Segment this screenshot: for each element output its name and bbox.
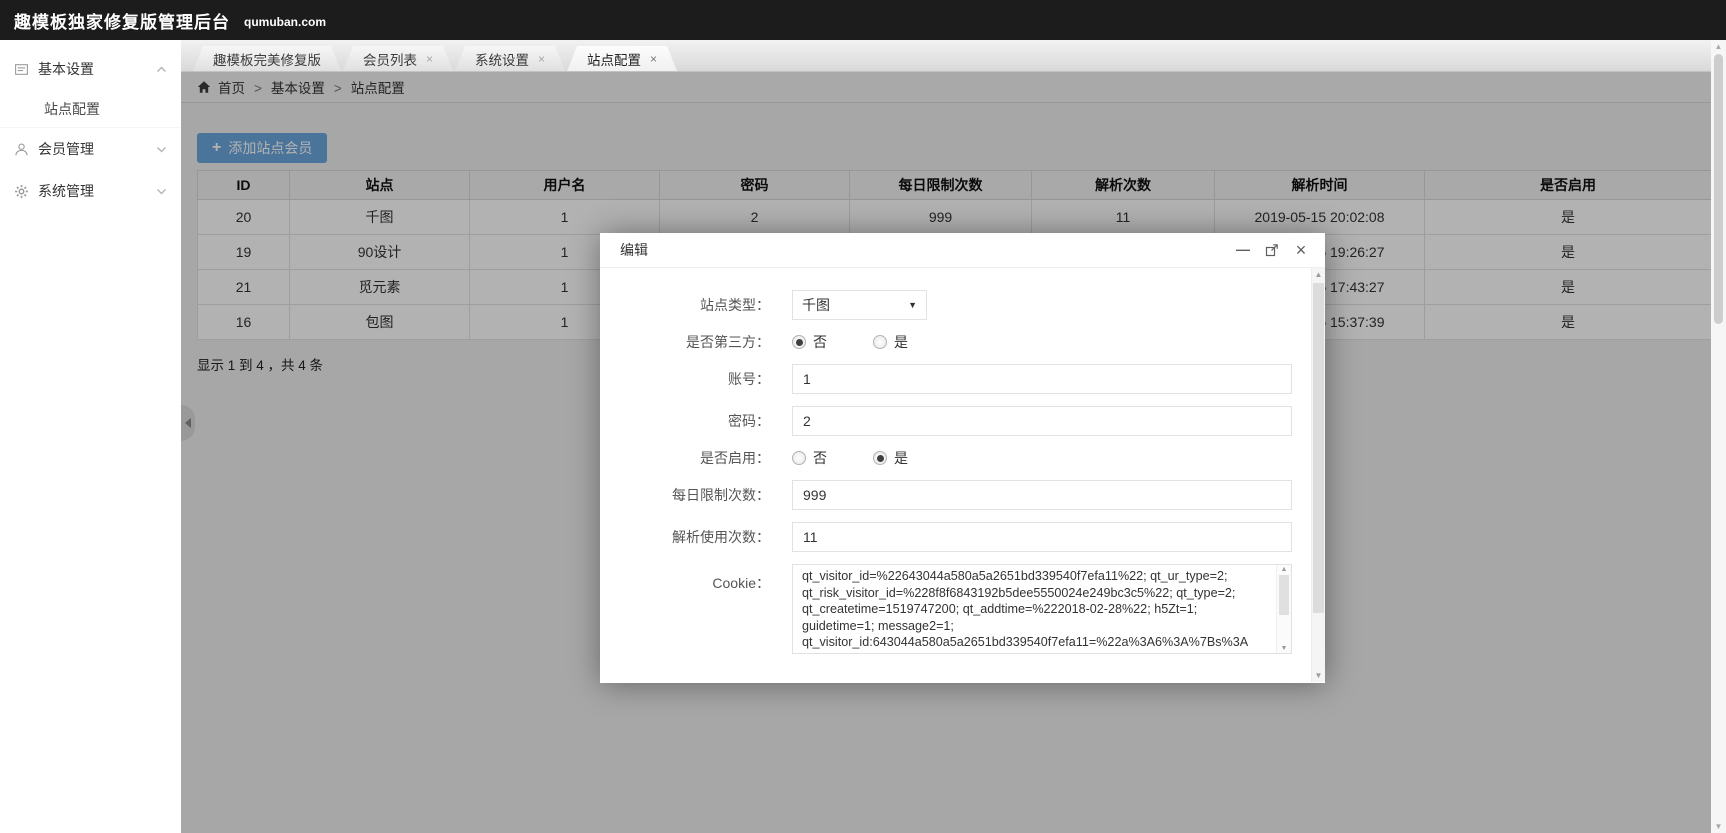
edit-dialog-header: 编辑 — ×	[600, 233, 1325, 268]
edit-dialog: 编辑 — × 站点类型： 千图 ▼	[600, 233, 1325, 683]
tab-label: 会员列表	[363, 49, 417, 69]
daily-limit-input[interactable]	[792, 480, 1292, 510]
sidebar-subitem[interactable]: 站点配置	[0, 90, 181, 128]
tab-0[interactable]: 趣模板完美修复版	[193, 46, 341, 71]
cookie-textarea[interactable]: qt_visitor_id=%22643044a580a5a2651bd3395…	[792, 564, 1292, 654]
gear-icon	[14, 184, 29, 199]
enabled-radio-否[interactable]: 否	[792, 448, 827, 468]
page-scrollbar-thumb[interactable]	[1714, 54, 1723, 324]
minimize-button[interactable]: —	[1235, 241, 1251, 257]
cookie-scrollbar-thumb[interactable]	[1279, 575, 1289, 615]
sidebar-item-label: 基本设置	[38, 59, 94, 79]
password-label: 密码：	[600, 411, 770, 431]
sidebar: 基本设置站点配置会员管理系统管理	[0, 40, 181, 833]
sidebar-item-0[interactable]: 基本设置	[0, 48, 181, 90]
radio-icon[interactable]	[792, 451, 806, 465]
page-scrollbar[interactable]: ▲ ▼	[1711, 40, 1726, 833]
close-icon: ×	[1296, 241, 1307, 259]
dialog-scrollbar[interactable]: ▲ ▼	[1311, 268, 1325, 682]
sidebar-item-2[interactable]: 系统管理	[0, 170, 181, 212]
cookie-scrollbar[interactable]: ▲ ▼	[1276, 565, 1291, 653]
maximize-button[interactable]	[1264, 242, 1280, 258]
radio-label: 是	[894, 332, 908, 352]
enabled-label: 是否启用：	[600, 448, 770, 468]
used-count-label: 解析使用次数：	[600, 527, 770, 547]
tab-2[interactable]: 系统设置 ×	[455, 46, 565, 71]
edit-dialog-title: 编辑	[620, 240, 648, 260]
site-type-select[interactable]: 千图 ▼	[792, 290, 927, 320]
tab-label: 趣模板完美修复版	[213, 49, 321, 69]
tab-label: 站点配置	[587, 49, 641, 69]
radio-label: 否	[813, 448, 827, 468]
radio-label: 是	[894, 448, 908, 468]
scroll-up-icon[interactable]: ▲	[1281, 566, 1288, 573]
dialog-scrollbar-thumb[interactable]	[1313, 283, 1324, 613]
user-icon	[14, 142, 29, 157]
tab-3[interactable]: 站点配置 ×	[567, 46, 677, 71]
tab-close-icon[interactable]: ×	[426, 53, 433, 65]
third-party-radio-group: 否是	[792, 332, 954, 352]
sidebar-item-1[interactable]: 会员管理	[0, 128, 181, 170]
third-party-radio-否[interactable]: 否	[792, 332, 827, 352]
radio-icon[interactable]	[873, 451, 887, 465]
caret-down-icon: ▼	[908, 300, 917, 310]
app-title: 趣模板独家修复版管理后台	[14, 8, 230, 33]
third-party-radio-是[interactable]: 是	[873, 332, 908, 352]
tabstrip: 趣模板完美修复版 会员列表 × 系统设置 × 站点配置 ×	[181, 40, 1726, 72]
tab-close-icon[interactable]: ×	[650, 53, 657, 65]
password-input[interactable]	[792, 406, 1292, 436]
scroll-down-icon[interactable]: ▼	[1315, 671, 1323, 680]
tab-close-icon[interactable]: ×	[538, 53, 545, 65]
site-type-label: 站点类型：	[600, 295, 770, 315]
sidebar-item-label: 系统管理	[38, 181, 94, 201]
close-button[interactable]: ×	[1293, 242, 1309, 258]
edit-dialog-body: 站点类型： 千图 ▼ 是否第三方： 否是 账号： 密码：	[600, 268, 1325, 682]
used-count-input[interactable]	[792, 522, 1292, 552]
sidebar-item-label: 会员管理	[38, 139, 94, 159]
scroll-down-icon[interactable]: ▼	[1715, 822, 1723, 831]
site-type-value: 千图	[802, 295, 830, 315]
maximize-icon	[1265, 243, 1279, 257]
enabled-radio-是[interactable]: 是	[873, 448, 908, 468]
enabled-radio-group: 否是	[792, 448, 954, 468]
chevron-up-icon	[156, 66, 167, 73]
cookie-label: Cookie：	[600, 573, 770, 593]
chevron-down-icon	[156, 188, 167, 195]
form-icon	[14, 62, 29, 77]
topbar: 趣模板独家修复版管理后台 qumuban.com	[0, 0, 1726, 40]
tab-label: 系统设置	[475, 49, 529, 69]
daily-limit-label: 每日限制次数：	[600, 485, 770, 505]
scroll-up-icon[interactable]: ▲	[1715, 42, 1723, 51]
radio-icon[interactable]	[873, 335, 887, 349]
scroll-up-icon[interactable]: ▲	[1315, 270, 1323, 279]
radio-icon[interactable]	[792, 335, 806, 349]
tab-1[interactable]: 会员列表 ×	[343, 46, 453, 71]
dialog-controls: — ×	[1235, 242, 1309, 258]
app-domain: qumuban.com	[244, 15, 326, 29]
account-label: 账号：	[600, 369, 770, 389]
chevron-down-icon	[156, 146, 167, 153]
third-party-label: 是否第三方：	[600, 332, 770, 352]
scroll-down-icon[interactable]: ▼	[1281, 645, 1288, 652]
account-input[interactable]	[792, 364, 1292, 394]
radio-label: 否	[813, 332, 827, 352]
page: 趣模板独家修复版管理后台 qumuban.com 基本设置站点配置会员管理系统管…	[0, 0, 1726, 833]
